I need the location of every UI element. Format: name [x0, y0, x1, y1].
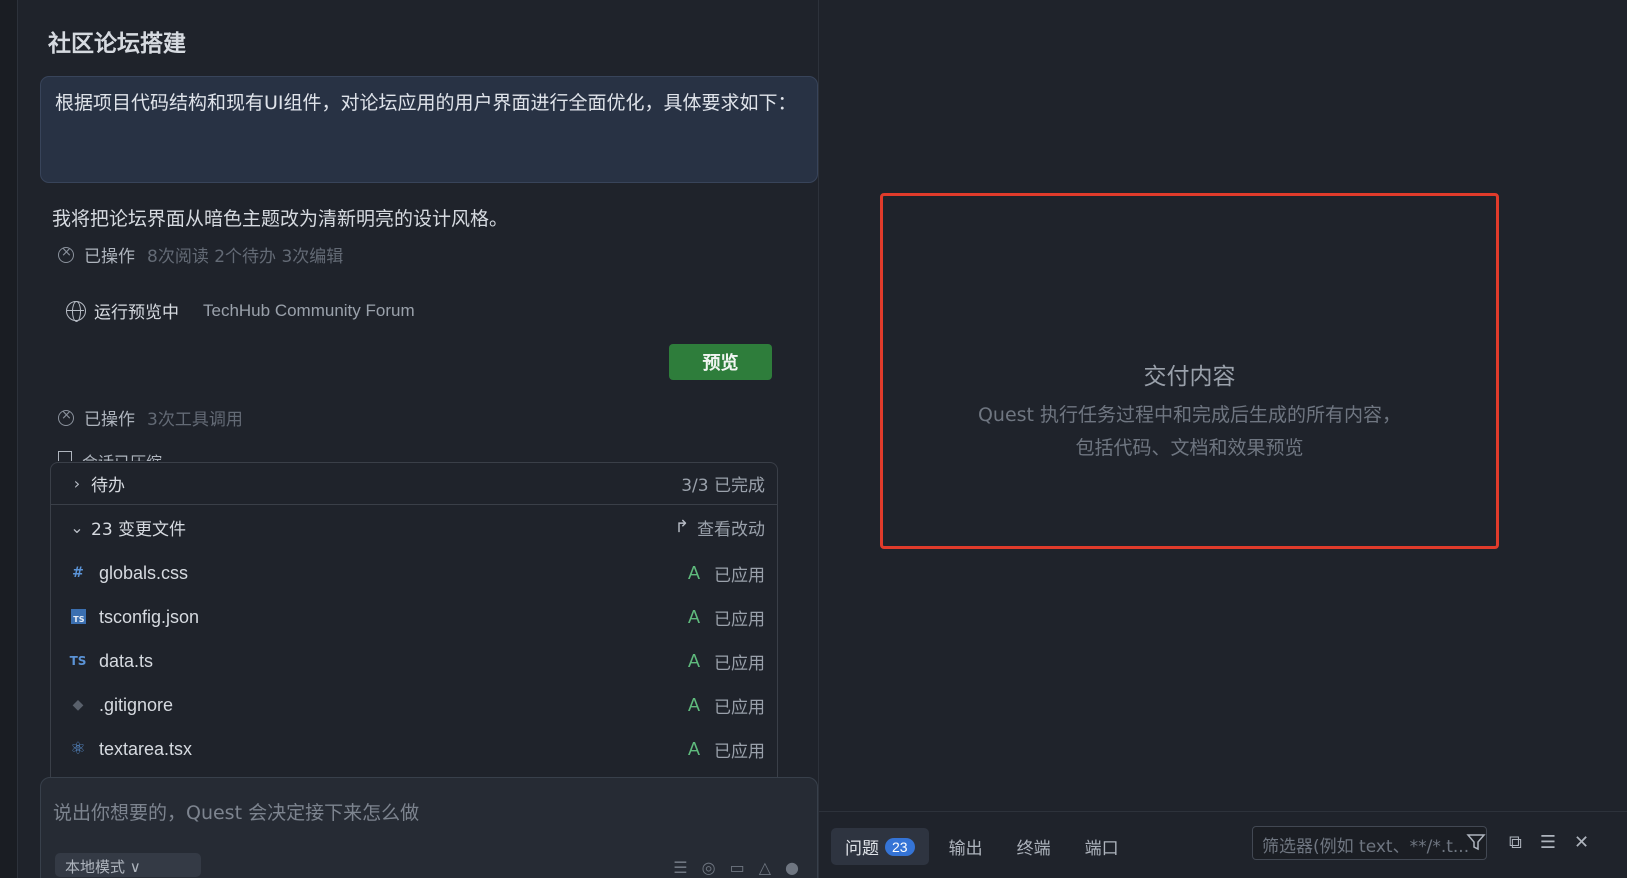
file-name: tsconfig.json — [99, 606, 200, 627]
deliverables-description: Quest 执行任务过程中和完成后生成的所有内容， 包括代码、文档和效果预览 — [883, 399, 1496, 465]
chat-input-placeholder: 说出你想要的，Quest 会决定接下来怎么做 — [53, 802, 420, 824]
mode-selector[interactable]: 本地模式 ∨ — [55, 853, 201, 877]
session-compressed-row: 会话已压缩 — [58, 449, 162, 461]
added-marker: A — [687, 694, 700, 715]
list-icon[interactable]: ☰ — [673, 858, 687, 877]
page-title: 社区论坛搭建 — [48, 31, 186, 57]
changed-files-label: 23 变更文件 — [91, 519, 187, 540]
file-row[interactable]: ◆ .gitignore A 已应用 — [51, 683, 777, 727]
file-status: A 已应用 — [688, 693, 765, 718]
added-marker: A — [687, 562, 700, 583]
redirect-arrow-icon: ↱ — [674, 517, 689, 537]
chevron-down-icon: ⌄ — [70, 517, 84, 537]
todo-progress: 3/3 已完成 — [681, 476, 765, 496]
chat-panel: 社区论坛搭建 根据项目代码结构和现有UI组件，对论坛应用的用户界面进行全面优化，… — [18, 0, 818, 878]
user-prompt-text: 根据项目代码结构和现有UI组件，对论坛应用的用户界面进行全面优化，具体要求如下： — [55, 92, 797, 114]
todo-header[interactable]: › 待办 3/3 已完成 — [51, 463, 777, 505]
chevron-right-icon: › — [73, 474, 81, 493]
operation-icon — [58, 408, 74, 426]
bottom-bar-actions: ⧉ ☰ ✕ — [1509, 832, 1589, 853]
applied-label: 已应用 — [714, 565, 765, 586]
file-row[interactable]: TS data.ts A 已应用 — [51, 639, 777, 683]
operations-meta: 3次工具调用 — [147, 410, 243, 430]
assistant-reply: 我将把论坛界面从暗色主题改为清新明亮的设计风格。 — [52, 208, 509, 230]
added-marker: A — [687, 606, 700, 627]
file-status: A 已应用 — [688, 649, 765, 674]
wrap-lines-icon[interactable]: ☰ — [1540, 832, 1556, 853]
file-row[interactable]: TS tsconfig.json A 已应用 — [51, 595, 777, 639]
bottom-tabs: 问题 23 输出 终端 端口 — [831, 828, 1139, 865]
added-marker: A — [687, 738, 700, 759]
session-compressed-label: 会话已压缩 — [82, 449, 162, 461]
preview-status-row: 运行预览中 TechHub Community Forum — [66, 298, 415, 323]
deliverables-title: 交付内容 — [1143, 364, 1236, 390]
deliverables-panel: 交付内容 Quest 执行任务过程中和完成后生成的所有内容， 包括代码、文档和效… — [819, 0, 1627, 878]
file-status: A 已应用 — [688, 605, 765, 630]
operations-summary-2[interactable]: 已操作 3次工具调用 — [58, 405, 243, 430]
mic-icon[interactable]: ● — [785, 858, 799, 877]
operations-summary-1[interactable]: 已操作 8次阅读 2个待办 3次编辑 — [58, 242, 343, 267]
operations-label: 已操作 — [84, 247, 135, 267]
changes-card: › 待办 3/3 已完成 ⌄ 23 变更文件 ↱ 查看改动 # globals.… — [50, 462, 778, 792]
git-file-icon: ◆ — [72, 697, 84, 713]
input-toolbar: ☰ ◎ ▭ △ ● — [673, 858, 799, 877]
applied-label: 已应用 — [714, 609, 765, 630]
bottom-panel-bar: 问题 23 输出 终端 端口 筛选器(例如 text、**/*.t... ⧉ ☰… — [819, 811, 1627, 878]
tsconfig-file-icon: TS — [67, 608, 89, 626]
preview-running-label: 运行预览中 — [94, 303, 179, 323]
todo-label: 待办 — [91, 476, 125, 496]
view-changes-label: 查看改动 — [697, 519, 765, 540]
operations-meta: 8次阅读 2个待办 3次编辑 — [147, 247, 344, 267]
compress-icon — [58, 451, 72, 461]
applied-label: 已应用 — [714, 653, 765, 674]
file-name: .gitignore — [99, 694, 174, 715]
preview-site-name: TechHub Community Forum — [203, 300, 415, 320]
tab-output[interactable]: 输出 — [935, 828, 997, 865]
close-icon[interactable]: ✕ — [1574, 832, 1589, 853]
applied-label: 已应用 — [714, 741, 765, 762]
typescript-file-icon: TS — [69, 654, 87, 668]
file-name: textarea.tsx — [99, 738, 193, 759]
file-row[interactable]: ⚛ textarea.tsx A 已应用 — [51, 727, 777, 771]
send-icon[interactable]: △ — [759, 858, 771, 877]
chat-input[interactable]: 说出你想要的，Quest 会决定接下来怎么做 本地模式 ∨ ☰ ◎ ▭ △ ● — [40, 777, 818, 878]
react-file-icon: ⚛ — [70, 739, 86, 759]
applied-label: 已应用 — [714, 697, 765, 718]
deliverables-description-line2: 包括代码、文档和效果预览 — [1075, 437, 1304, 459]
filter-icon[interactable] — [1466, 832, 1486, 852]
at-icon[interactable]: ◎ — [702, 858, 716, 877]
preview-button[interactable]: 预览 — [669, 344, 772, 380]
operations-label: 已操作 — [84, 410, 135, 430]
operation-icon — [58, 245, 74, 263]
filter-input[interactable]: 筛选器(例如 text、**/*.t... — [1252, 826, 1487, 860]
added-marker: A — [687, 650, 700, 671]
left-gutter — [0, 0, 18, 878]
file-name: data.ts — [99, 650, 154, 671]
file-status: A 已应用 — [688, 737, 765, 762]
problems-count-badge: 23 — [885, 837, 915, 856]
deliverables-placeholder: 交付内容 Quest 执行任务过程中和完成后生成的所有内容， 包括代码、文档和效… — [880, 193, 1499, 549]
copy-icon[interactable]: ⧉ — [1509, 832, 1522, 853]
file-name: globals.css — [99, 562, 189, 583]
tab-problems[interactable]: 问题 23 — [831, 828, 929, 865]
file-status: A 已应用 — [688, 561, 765, 586]
tab-problems-label: 问题 — [845, 839, 879, 859]
deliverables-description-line1: Quest 执行任务过程中和完成后生成的所有内容， — [977, 404, 1402, 426]
view-changes-link[interactable]: ↱ 查看改动 — [675, 515, 765, 540]
globe-icon — [66, 300, 86, 322]
changed-files-header[interactable]: ⌄ 23 变更文件 ↱ 查看改动 — [51, 506, 777, 548]
css-file-icon: # — [72, 565, 84, 581]
tab-ports[interactable]: 端口 — [1071, 828, 1133, 865]
file-row[interactable]: # globals.css A 已应用 — [51, 551, 777, 595]
user-prompt: 根据项目代码结构和现有UI组件，对论坛应用的用户界面进行全面优化，具体要求如下： — [40, 76, 818, 183]
tab-terminal[interactable]: 终端 — [1003, 828, 1065, 865]
image-icon[interactable]: ▭ — [730, 858, 745, 877]
